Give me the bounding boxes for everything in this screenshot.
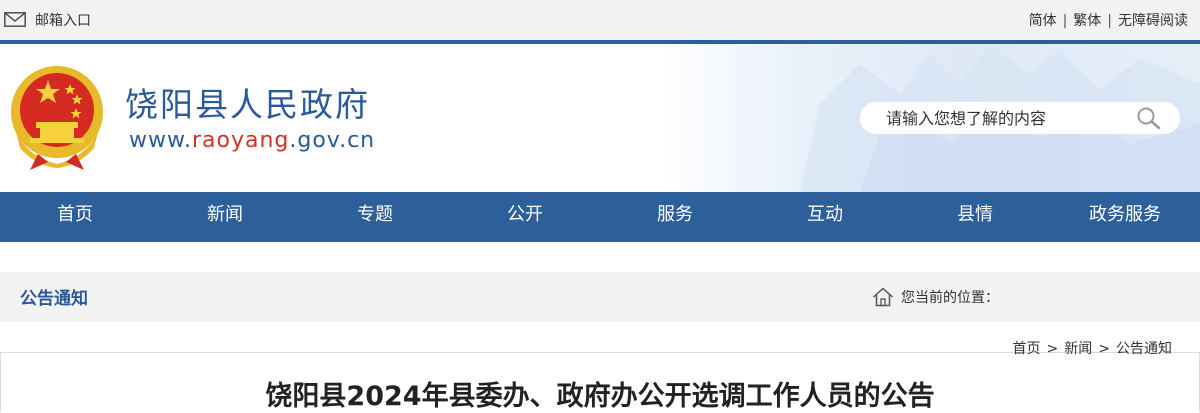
- separator: |: [1062, 13, 1068, 29]
- search-box: [860, 102, 1180, 134]
- mail-entry-link[interactable]: 邮箱入口: [35, 10, 91, 30]
- article-title: 饶阳县2024年县委办、政府办公开选调工作人员的公告: [265, 381, 935, 412]
- nav-item-disclosure[interactable]: 公开: [450, 192, 600, 242]
- nav-item-government-services[interactable]: 政务服务: [1050, 192, 1200, 242]
- search-icon[interactable]: [1136, 106, 1162, 130]
- mail-icon[interactable]: [4, 12, 26, 27]
- breadcrumb-separator: >: [1098, 341, 1110, 357]
- nav-item-services[interactable]: 服务: [600, 192, 750, 242]
- home-icon: [872, 287, 894, 307]
- traditional-chinese-link[interactable]: 繁体: [1073, 10, 1101, 30]
- accessibility-reading-link[interactable]: 无障碍阅读: [1118, 10, 1188, 30]
- site-header: 饶阳县人民政府 www.raoyang.gov.cn: [0, 40, 1200, 192]
- search-input[interactable]: [886, 106, 1126, 130]
- domain-highlight: raoyang: [191, 128, 290, 153]
- breadcrumb-news[interactable]: 新闻: [1064, 341, 1092, 357]
- simplified-chinese-link[interactable]: 简体: [1029, 10, 1057, 30]
- breadcrumb-notices[interactable]: 公告通知: [1116, 341, 1172, 357]
- language-switch: 简体 | 繁体 | 无障碍阅读: [1029, 10, 1188, 30]
- location-label: 您当前的位置：: [901, 290, 999, 306]
- section-title: 公告通知: [20, 289, 88, 309]
- breadcrumb-home[interactable]: 首页: [1013, 341, 1041, 357]
- main-navigation: 首页 新闻 专题 公开 服务 互动 县情 政务服务: [0, 192, 1200, 242]
- separator: |: [1107, 13, 1112, 29]
- nav-item-interaction[interactable]: 互动: [750, 192, 900, 242]
- top-utility-bar: 邮箱入口 简体 | 繁体 | 无障碍阅读: [0, 0, 1200, 40]
- nav-item-news[interactable]: 新闻: [150, 192, 300, 242]
- site-title: 饶阳县人民政府: [125, 85, 370, 124]
- nav-item-home[interactable]: 首页: [0, 192, 150, 242]
- breadcrumb: 首页 > 新闻 > 公告通知: [1013, 338, 1172, 358]
- section-header: 公告通知 您当前的位置：: [0, 272, 1200, 322]
- national-emblem: [11, 66, 103, 170]
- domain-suffix: .gov.cn: [289, 128, 376, 153]
- breadcrumb-separator: >: [1046, 341, 1059, 357]
- nav-item-topics[interactable]: 专题: [300, 192, 450, 242]
- domain-prefix: www.: [129, 128, 192, 153]
- site-domain: www.raoyang.gov.cn: [129, 128, 375, 153]
- nav-item-county-info[interactable]: 县情: [900, 192, 1050, 242]
